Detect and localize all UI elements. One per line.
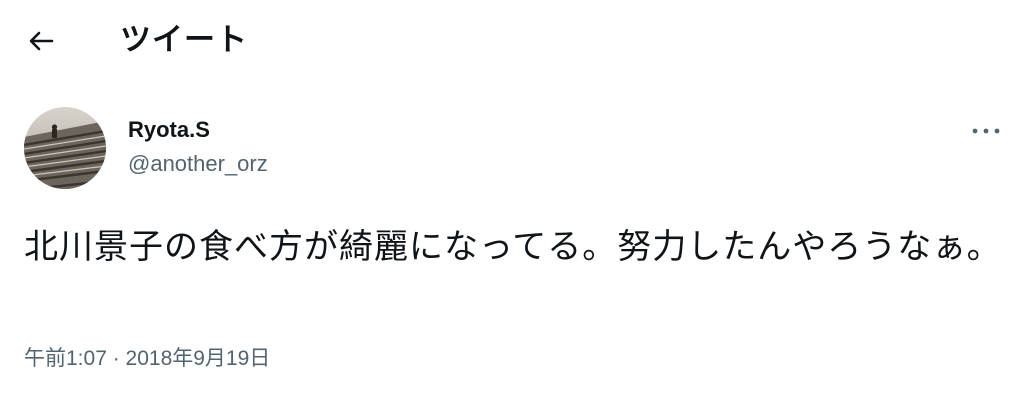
arrow-left-icon	[29, 31, 54, 51]
profile-photo	[24, 107, 106, 189]
tweet-header: ツイート	[0, 0, 1024, 84]
avatar[interactable]	[24, 107, 106, 189]
tweet-text: 北川景子の食べ方が綺麗になってる。努力したんやろうなぁ。	[24, 227, 1002, 267]
author-display-name[interactable]: Ryota.S	[128, 116, 210, 144]
back-button[interactable]	[22, 22, 60, 60]
more-options-button[interactable]	[966, 118, 1006, 144]
tweet-timestamp[interactable]: 午前1:07 · 2018年9月19日	[24, 344, 270, 374]
author-handle[interactable]: @another_orz	[128, 150, 268, 178]
more-horizontal-icon	[972, 128, 1000, 134]
page-title: ツイート	[120, 22, 248, 58]
